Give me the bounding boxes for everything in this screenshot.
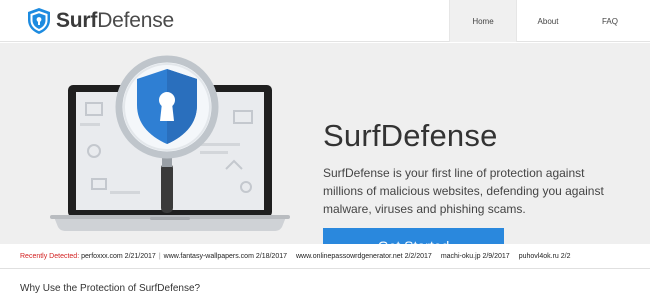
nav-about[interactable]: About: [517, 0, 579, 42]
recently-detected-ticker: Recently Detected: perfoxxx.com 2/21/201…: [0, 244, 650, 269]
ticker-item: puhovl4ok.ru 2/2: [518, 253, 571, 260]
ticker-item: machi-oku.jp 2/9/2017: [440, 253, 510, 260]
ticker-separator: |: [158, 253, 161, 260]
hero-description: SurfDefense is your first line of protec…: [323, 166, 604, 216]
nav-faq[interactable]: FAQ: [579, 0, 641, 42]
brand-name: SurfDefense: [56, 9, 175, 32]
nav-home[interactable]: Home: [449, 0, 517, 42]
ticker-item: www.onlinepassowrdgenerator.net 2/2/2017: [296, 253, 432, 260]
ticker-item: www.fantasy-wallpapers.com 2/18/2017: [163, 253, 287, 260]
why-use-heading: Why Use the Protection of SurfDefense?: [20, 283, 201, 294]
ticker-label: Recently Detected:: [20, 253, 80, 260]
shield-lock-icon: [27, 8, 51, 34]
hero-title: SurfDefense: [323, 118, 498, 153]
hero-section: SurfDefense SurfDefense is your first li…: [0, 43, 650, 263]
ticker-item: perfoxxx.com 2/21/2017: [81, 253, 156, 260]
brand-logo-link[interactable]: SurfDefense: [27, 8, 174, 34]
site-header: SurfDefense Home About FAQ: [0, 0, 650, 42]
laptop-magnifier-shield-icon: [50, 51, 290, 244]
